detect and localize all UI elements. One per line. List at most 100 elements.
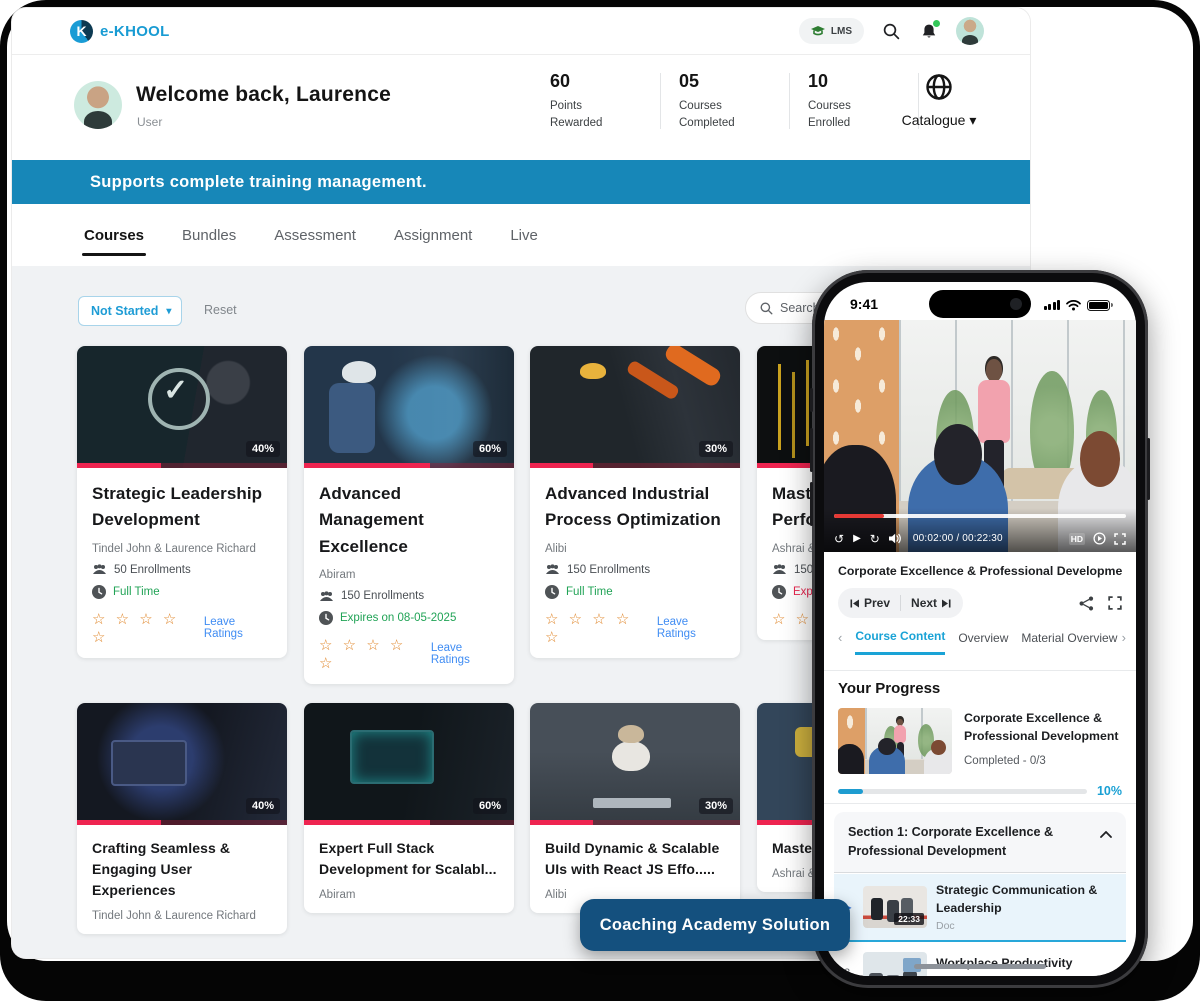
search-icon[interactable] — [880, 20, 902, 42]
progress-percent-badge: 30% — [699, 441, 733, 457]
course-progress-bar — [530, 463, 740, 468]
course-info-panel: Corporate Excellence & Professional Deve… — [824, 552, 1136, 655]
playback-speed-icon[interactable] — [1093, 532, 1106, 545]
course-card[interactable]: 40% Crafting Seamless & Engaging User Ex… — [77, 703, 287, 934]
reset-filters-link[interactable]: Reset — [204, 303, 237, 317]
replay-icon[interactable]: ↺ — [834, 533, 844, 545]
course-card[interactable]: 60% Advanced Management Excellence Abira… — [304, 346, 514, 684]
welcome-title: Welcome back, Laurence — [136, 83, 391, 107]
section-accordion-header[interactable]: Section 1: Corporate Excellence & Profes… — [834, 812, 1126, 873]
tab-live[interactable]: Live — [508, 207, 540, 264]
announcement-banner: Supports complete training management. — [12, 160, 1030, 204]
course-title: Crafting Seamless & Engaging User Experi… — [92, 838, 272, 901]
phone-mute-switch — [810, 388, 813, 412]
progress-percent-badge: 40% — [246, 441, 280, 457]
battery-icon — [1087, 300, 1110, 311]
mobile-course-title: Corporate Excellence & Professional Deve… — [838, 564, 1122, 578]
lesson-row-active[interactable]: ▶ 22:33 Strategic Communication & Leader… — [834, 874, 1126, 942]
search-icon — [760, 302, 773, 315]
progress-bar-row: 10% — [838, 784, 1122, 798]
tabs-scroll-right-icon[interactable]: › — [1118, 630, 1122, 654]
tab-assessment[interactable]: Assessment — [272, 207, 358, 264]
play-icon[interactable]: ▶ — [853, 534, 861, 544]
course-meta-text: Expires on 08-05-2025 — [340, 612, 456, 624]
video-seek-bar[interactable] — [834, 514, 1126, 518]
leave-ratings-link[interactable]: Leave Ratings — [657, 616, 725, 640]
coaching-academy-cta-button[interactable]: Coaching Academy Solution — [580, 899, 850, 951]
brand-logo[interactable]: K e-KHOOL — [70, 20, 170, 43]
lms-badge[interactable]: LMS — [799, 18, 864, 44]
course-card[interactable]: 60% Expert Full Stack Development for Sc… — [304, 703, 514, 913]
phone-status-bar: 9:41 — [824, 282, 1136, 320]
course-thumbnail: 30% — [530, 346, 740, 468]
brand-name: e-KHOOL — [100, 23, 170, 40]
enrollments-text: 50 Enrollments — [114, 564, 191, 576]
tab-bundles[interactable]: Bundles — [180, 207, 238, 264]
notifications-bell-icon[interactable] — [918, 20, 940, 42]
enrollments-icon — [92, 564, 107, 575]
progress-completed-text: Completed - 0/3 — [964, 755, 1122, 767]
course-card[interactable]: 30% Advanced Industrial Process Optimiza… — [530, 346, 740, 658]
star-rating-icons[interactable]: ☆ ☆ ☆ ☆ ☆ — [319, 636, 422, 672]
clock-icon — [92, 585, 106, 599]
course-meta-text: Full Time — [566, 586, 613, 598]
mobile-phone-mockup: 9:41 — [812, 270, 1148, 988]
course-video-player[interactable]: ↺ ▶ ↻ 00:02:00 / 00:22:30 HD — [824, 320, 1136, 552]
enrollments-text: 150 Enrollments — [567, 564, 650, 576]
phone-screen: 9:41 — [824, 282, 1136, 976]
graduation-cap-icon — [811, 26, 825, 37]
progress-percent-badge: 60% — [473, 441, 507, 457]
home-indicator — [914, 964, 1046, 969]
tab-courses[interactable]: Courses — [82, 207, 146, 264]
expand-icon[interactable] — [1108, 596, 1122, 610]
tab-course-content[interactable]: Course Content — [855, 629, 945, 655]
star-rating-icons[interactable]: ☆ ☆ ☆ ☆ ☆ — [92, 610, 195, 646]
enrollments-text: 150 Enrollments — [341, 590, 424, 602]
enrollments-icon — [545, 564, 560, 575]
course-author: Abiram — [319, 889, 499, 901]
divider — [900, 595, 901, 611]
progress-course-card[interactable]: Corporate Excellence & Professional Deve… — [838, 708, 1122, 774]
volume-icon[interactable] — [889, 533, 902, 544]
course-card[interactable]: 40% Strategic Leadership Development Tin… — [77, 346, 287, 658]
mobile-content-tabs: ‹ Course Content Overview Material Overv… — [838, 629, 1122, 655]
tab-material-overview[interactable]: Material Overview — [1021, 631, 1117, 654]
star-rating-icons[interactable]: ☆ ☆ ☆ ☆ ☆ — [545, 610, 648, 646]
prev-button[interactable]: Prev — [850, 596, 890, 610]
tab-assignment[interactable]: Assignment — [392, 207, 474, 264]
lesson-row[interactable]: 2 Workplace Productivity Mastery — [834, 944, 1126, 976]
status-filter-dropdown[interactable]: Not Started ▾ — [78, 296, 182, 326]
fullscreen-icon[interactable] — [1114, 533, 1126, 545]
catalogue-button[interactable]: Catalogue ▾ — [884, 73, 994, 129]
stat-label: Courses Completed — [679, 98, 789, 131]
hd-quality-icon[interactable]: HD — [1069, 533, 1085, 545]
course-title: Advanced Industrial Process Optimization — [545, 481, 725, 534]
tab-overview[interactable]: Overview — [958, 631, 1008, 654]
progress-course-thumbnail — [838, 708, 952, 774]
brand-k-icon: K — [70, 20, 93, 43]
lesson-type: Doc — [936, 920, 1120, 932]
tabs-scroll-left-icon[interactable]: ‹ — [838, 630, 842, 654]
next-button[interactable]: Next — [911, 596, 951, 610]
leave-ratings-link[interactable]: Leave Ratings — [431, 642, 499, 666]
lms-label: LMS — [831, 26, 852, 37]
course-card[interactable]: 30% Build Dynamic & Scalable UIs with Re… — [530, 703, 740, 913]
profile-avatar[interactable] — [74, 81, 122, 129]
course-author: Alibi — [545, 543, 725, 555]
phone-volume-up-button — [810, 428, 813, 472]
chevron-down-icon: ▾ — [166, 306, 171, 317]
course-author: Tindel John & Laurence Richard — [92, 543, 272, 555]
stat-label: Points Rewarded — [550, 98, 660, 131]
lesson-thumbnail: 22:33 — [863, 886, 927, 928]
progress-course-title: Corporate Excellence & Professional Deve… — [964, 710, 1122, 746]
share-icon[interactable] — [1079, 596, 1094, 611]
user-avatar[interactable] — [956, 17, 984, 45]
forward-icon[interactable]: ↻ — [870, 533, 880, 545]
globe-icon — [925, 73, 953, 101]
stat-points: 60 Points Rewarded — [532, 71, 660, 131]
leave-ratings-link[interactable]: Leave Ratings — [204, 616, 272, 640]
course-progress-bar — [77, 820, 287, 825]
catalogue-label: Catalogue ▾ — [884, 112, 994, 129]
course-title: Expert Full Stack Development for Scalab… — [319, 838, 499, 880]
composition-frame: K e-KHOOL LMS — [0, 0, 1200, 1001]
